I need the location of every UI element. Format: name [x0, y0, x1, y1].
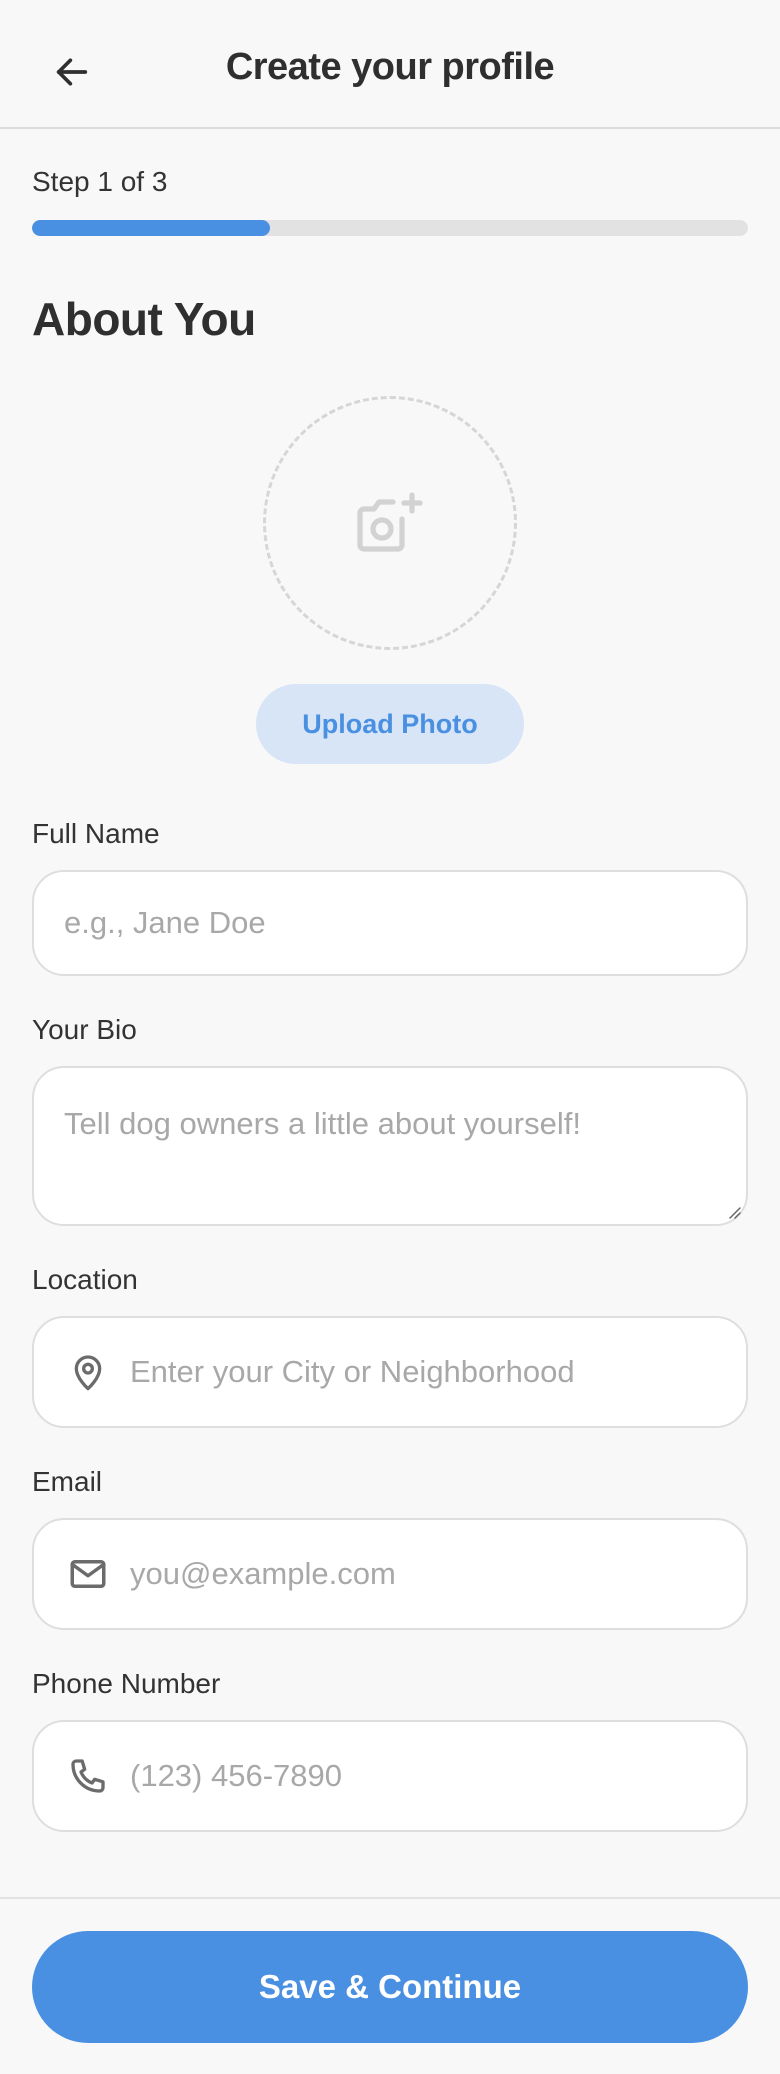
- camera-add-icon: [357, 492, 423, 552]
- progress-bar: [32, 220, 748, 236]
- step-indicator: Step 1 of 3: [32, 166, 168, 197]
- phone-icon: [66, 1754, 110, 1798]
- location-label: Location: [32, 1264, 138, 1295]
- full-name-field: [32, 870, 748, 976]
- profile-photo-placeholder[interactable]: [263, 396, 517, 650]
- email-input[interactable]: [130, 1520, 722, 1628]
- full-name-input[interactable]: [64, 872, 722, 974]
- email-label: Email: [32, 1466, 103, 1497]
- create-profile-page: Create your profile Step 1 of 3 About Yo…: [0, 0, 780, 2074]
- bio-field: [32, 1066, 748, 1226]
- phone-field: [32, 1720, 748, 1832]
- top-app-bar: Create your profile: [0, 0, 780, 129]
- page-title: Create your profile: [225, 46, 555, 88]
- bio-label: Your Bio: [32, 1014, 137, 1045]
- location-input[interactable]: [130, 1318, 722, 1426]
- bottom-action-bar: Save & Continue: [0, 1897, 780, 2074]
- map-pin-icon: [66, 1350, 110, 1394]
- phone-input[interactable]: [130, 1722, 722, 1830]
- email-field: [32, 1518, 748, 1630]
- bio-textarea[interactable]: [64, 1068, 722, 1224]
- phone-label: Phone Number: [32, 1668, 221, 1699]
- full-name-label: Full Name: [32, 818, 160, 849]
- resize-handle-icon[interactable]: [724, 1202, 742, 1220]
- save-continue-button[interactable]: Save & Continue: [32, 1931, 748, 2043]
- upload-photo-button[interactable]: Upload Photo: [256, 684, 524, 764]
- progress-bar-fill: [32, 220, 271, 236]
- location-field: [32, 1316, 748, 1428]
- section-title: About You: [32, 293, 256, 345]
- mail-icon: [66, 1552, 110, 1596]
